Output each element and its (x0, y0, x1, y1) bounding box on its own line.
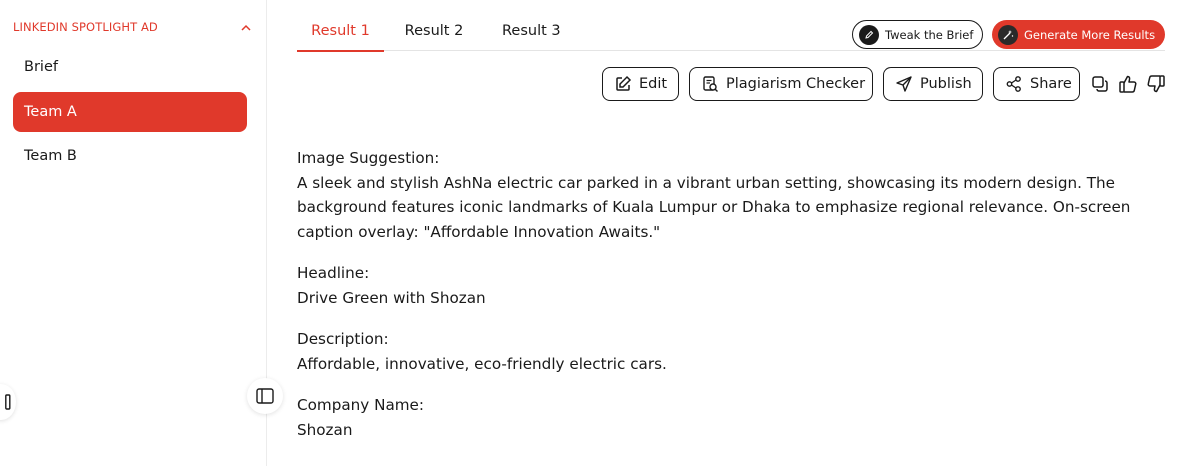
sidebar-item-label: Brief (24, 59, 58, 75)
sidebar-item-team-b[interactable]: Team B (13, 136, 247, 176)
result-content: Image Suggestion: A sleek and stylish As… (297, 146, 1157, 459)
sidebar-section-title: LINKEDIN SPOTLIGHT AD (13, 20, 158, 34)
plagiarism-checker-button[interactable]: Plagiarism Checker (689, 67, 873, 101)
sidebar-section-header[interactable]: LINKEDIN SPOTLIGHT AD (13, 19, 253, 35)
headline-block: Headline: Drive Green with Shozan (297, 261, 1157, 310)
thumbs-down-button[interactable] (1144, 72, 1168, 96)
sidebar-item-label: Team B (24, 148, 77, 164)
thumbs-down-icon (1147, 75, 1165, 93)
sidebar-toggle-button[interactable] (247, 378, 283, 414)
share-icon (1004, 74, 1024, 94)
company-name-text: Shozan (297, 420, 353, 439)
tweak-brief-button[interactable]: Tweak the Brief (852, 20, 983, 49)
plagiarism-checker-label: Plagiarism Checker (726, 76, 866, 92)
image-suggestion-label: Image Suggestion: (297, 149, 440, 167)
magic-wand-icon (998, 24, 1018, 45)
description-label: Description: (297, 330, 389, 348)
generate-more-label: Generate More Results (1024, 27, 1156, 42)
thumbs-up-button[interactable] (1116, 72, 1140, 96)
tab-result-2[interactable]: Result 2 (384, 20, 484, 51)
collapse-panel-button[interactable] (0, 384, 16, 420)
company-name-block: Company Name: Shozan (297, 393, 1157, 442)
share-label: Share (1030, 76, 1072, 92)
copy-icon (1092, 76, 1108, 92)
headline-text: Drive Green with Shozan (297, 288, 486, 307)
publish-button[interactable]: Publish (883, 67, 983, 101)
pencil-icon (859, 24, 879, 45)
edit-label: Edit (639, 76, 668, 92)
image-suggestion-block: Image Suggestion: A sleek and stylish As… (297, 146, 1157, 244)
send-icon (894, 74, 914, 94)
thumbs-up-icon (1119, 75, 1137, 93)
sidebar-panel-icon (256, 388, 274, 404)
sidebar-item-label: Team A (24, 104, 77, 120)
generate-more-button[interactable]: Generate More Results (992, 20, 1165, 49)
company-name-label: Company Name: (297, 396, 425, 414)
copy-button[interactable] (1088, 72, 1112, 96)
description-block: Description: Affordable, innovative, eco… (297, 327, 1157, 376)
tab-result-3[interactable]: Result 3 (484, 20, 564, 51)
headline-label: Headline: (297, 264, 370, 282)
tweak-brief-label: Tweak the Brief (885, 27, 974, 42)
edit-button[interactable]: Edit (602, 67, 679, 101)
sidebar-item-brief[interactable]: Brief (13, 47, 247, 87)
publish-label: Publish (920, 76, 972, 92)
description-text: Affordable, innovative, eco-friendly ele… (297, 354, 667, 373)
sidebar: LINKEDIN SPOTLIGHT AD Brief Team A Team … (0, 0, 267, 466)
tab-result-1[interactable]: Result 1 (297, 20, 384, 52)
image-suggestion-text: A sleek and stylish AshNa electric car p… (297, 173, 1131, 241)
chevron-up-icon[interactable] (239, 20, 253, 34)
document-check-icon (700, 74, 720, 94)
edit-icon (613, 74, 633, 94)
sidebar-item-team-a[interactable]: Team A (13, 92, 247, 132)
share-button[interactable]: Share (993, 67, 1080, 101)
